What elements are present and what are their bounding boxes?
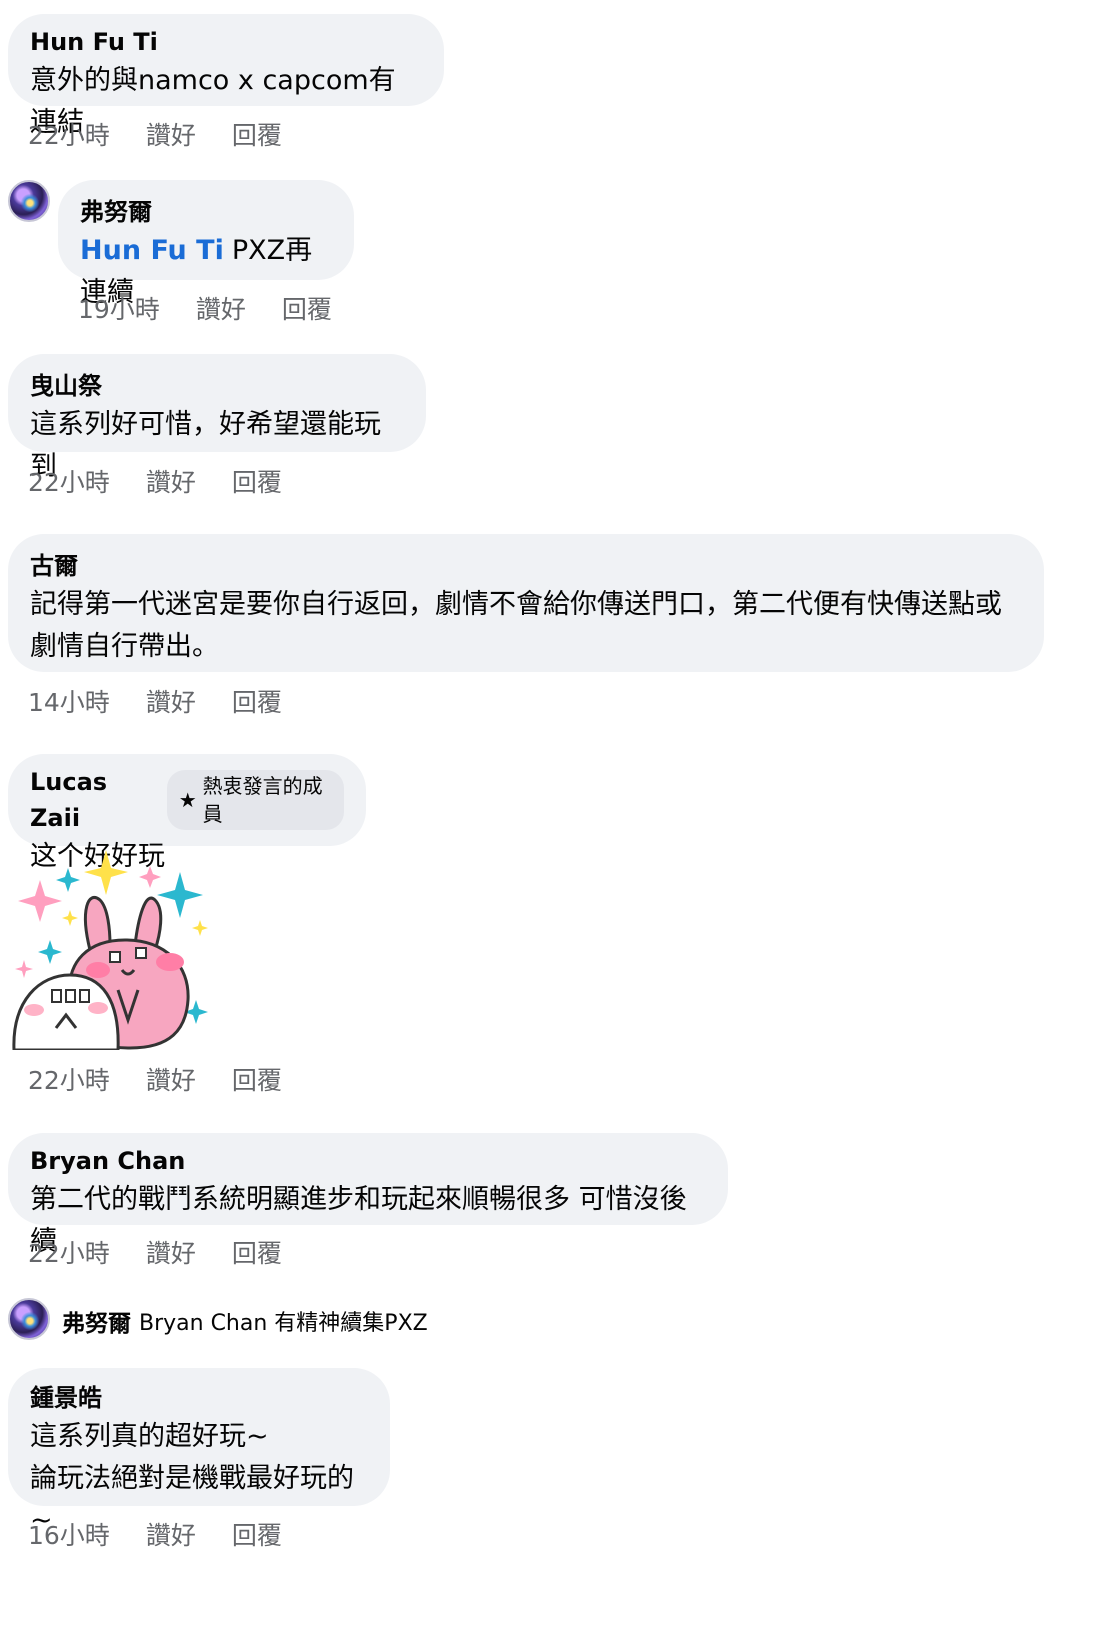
comment-author[interactable]: Lucas Zaii <box>30 764 157 836</box>
reply-button[interactable]: 回覆 <box>232 121 282 151</box>
sticker-image <box>10 850 210 1052</box>
like-button[interactable]: 讚好 <box>146 1521 196 1551</box>
reply-button[interactable]: 回覆 <box>282 295 332 325</box>
comment-actions: 14小時 讚好 回覆 <box>28 688 282 718</box>
avatar[interactable] <box>8 1298 50 1340</box>
like-button[interactable]: 讚好 <box>146 121 196 151</box>
comment-author[interactable]: Hun Fu Ti <box>30 24 422 60</box>
comment-actions: 19小時 讚好 回覆 <box>78 295 332 325</box>
comment-text: Bryan Chan 有精神續集PXZ <box>139 1311 428 1336</box>
comment-author[interactable]: 古爾 <box>30 548 1022 584</box>
comment-author[interactable]: 曳山祭 <box>30 368 404 404</box>
reply-button[interactable]: 回覆 <box>232 688 282 718</box>
comment-bubble: 曳山祭 這系列好可惜，好希望還能玩到 <box>8 354 426 482</box>
comment-bubble: 鍾景皓 這系列真的超好玩~ 論玩法絕對是機戰最好玩的~ <box>8 1368 390 1536</box>
reply-button[interactable]: 回覆 <box>232 1521 282 1551</box>
comment-time[interactable]: 16小時 <box>28 1521 110 1551</box>
reply-button[interactable]: 回覆 <box>232 468 282 498</box>
avatar[interactable] <box>8 180 50 222</box>
like-button[interactable]: 讚好 <box>146 1066 196 1096</box>
star-icon: ★ <box>178 788 197 812</box>
comment-author[interactable]: 弗努爾 <box>80 194 332 230</box>
comment-time[interactable]: 22小時 <box>28 1066 110 1096</box>
comment-bubble: 弗努爾 Hun Fu Ti PXZ再連續 <box>58 180 354 308</box>
comment-text: 記得第一代迷宮是要你自行返回，劇情不會給你傳送門口，第二代便有快傳送點或 劇情自… <box>30 589 1002 662</box>
comment-actions: 22小時 讚好 回覆 <box>28 468 282 498</box>
comment-bubble: Lucas Zaii ★ 熱衷發言的成員 这个好好玩 <box>8 754 366 872</box>
like-button[interactable]: 讚好 <box>146 1239 196 1269</box>
comment-author[interactable]: 鍾景皓 <box>30 1380 368 1416</box>
reply-button[interactable]: 回覆 <box>232 1066 282 1096</box>
like-button[interactable]: 讚好 <box>196 295 246 325</box>
comment-actions: 22小時 讚好 回覆 <box>28 1239 282 1269</box>
seal-sticker <box>12 973 120 1052</box>
comment-author[interactable]: 弗努爾 <box>62 1304 131 1338</box>
comment-actions: 22小時 讚好 回覆 <box>28 121 282 151</box>
comment-bubble: Hun Fu Ti 意外的與namco x capcom有連結 <box>8 14 444 138</box>
comment-actions: 22小時 讚好 回覆 <box>28 1066 282 1096</box>
comment-actions: 16小時 讚好 回覆 <box>28 1521 282 1551</box>
reply-preview[interactable]: 弗努爾 Bryan Chan 有精神續集PXZ <box>62 1304 428 1338</box>
badge-label: 熱衷發言的成員 <box>202 774 323 826</box>
comment-time[interactable]: 22小時 <box>28 468 110 498</box>
reply-button[interactable]: 回覆 <box>232 1239 282 1269</box>
like-button[interactable]: 讚好 <box>146 688 196 718</box>
comment-time[interactable]: 22小時 <box>28 1239 110 1269</box>
member-badge[interactable]: ★ 熱衷發言的成員 <box>166 770 344 830</box>
comment-bubble: Bryan Chan 第二代的戰鬥系統明顯進步和玩起來順暢很多 可惜沒後續 <box>8 1133 728 1257</box>
like-button[interactable]: 讚好 <box>146 468 196 498</box>
comment-time[interactable]: 14小時 <box>28 688 110 718</box>
comment-time[interactable]: 19小時 <box>78 295 160 325</box>
mention-link[interactable]: Hun Fu Ti <box>80 235 224 266</box>
comment-bubble: 古爾 記得第一代迷宮是要你自行返回，劇情不會給你傳送門口，第二代便有快傳送點或 … <box>8 534 1044 672</box>
comment-author[interactable]: Bryan Chan <box>30 1143 706 1179</box>
comment-time[interactable]: 22小時 <box>28 121 110 151</box>
